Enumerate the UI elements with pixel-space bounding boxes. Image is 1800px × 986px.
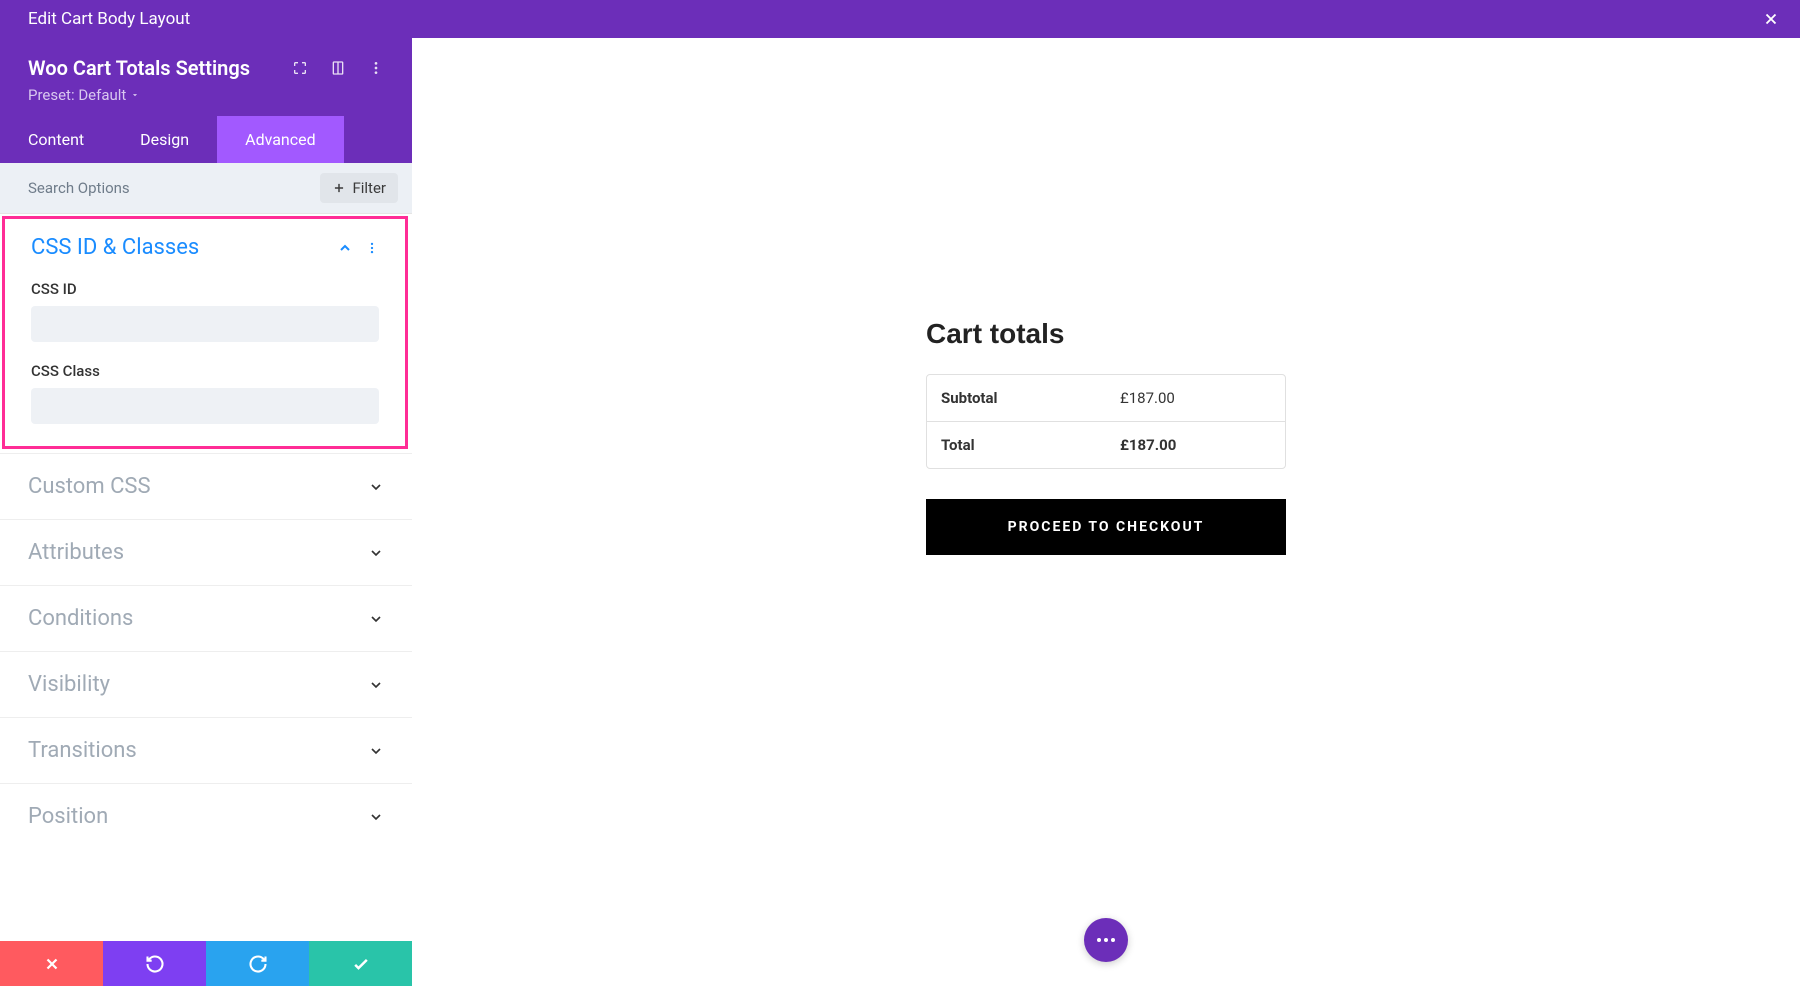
plus-icon [332, 181, 346, 195]
subtotal-value: £187.00 [1106, 375, 1285, 421]
chevron-down-icon [368, 545, 384, 561]
tab-advanced[interactable]: Advanced [217, 116, 344, 163]
cart-table: Subtotal £187.00 Total £187.00 [926, 374, 1286, 469]
top-bar: Edit Cart Body Layout [0, 0, 1800, 38]
cart-title: Cart totals [926, 318, 1286, 350]
preview-pane: Cart totals Subtotal £187.00 Total £187.… [412, 38, 1800, 986]
css-id-input[interactable] [31, 306, 379, 342]
save-button[interactable] [309, 941, 412, 986]
check-icon [351, 954, 371, 974]
close-button[interactable] [1762, 10, 1780, 28]
discard-button[interactable] [0, 941, 103, 986]
section-label: Visibility [28, 672, 110, 697]
cart-total-row: Total £187.00 [927, 422, 1285, 468]
settings-sidebar: Woo Cart Totals Settings Preset: Default… [0, 38, 412, 986]
expand-button[interactable] [292, 60, 308, 76]
section-position[interactable]: Position [0, 783, 412, 849]
close-icon [43, 955, 61, 973]
preset-label: Preset: Default [28, 86, 126, 104]
search-row: Search Options Filter [0, 163, 412, 214]
chevron-up-icon [337, 240, 353, 256]
settings-title: Woo Cart Totals Settings [28, 56, 250, 80]
preset-selector[interactable]: Preset: Default [28, 86, 384, 104]
section-label: Position [28, 804, 108, 829]
more-vertical-icon [365, 241, 379, 255]
section-more-button[interactable] [365, 241, 379, 255]
section-label: Custom CSS [28, 474, 151, 499]
filter-button[interactable]: Filter [320, 173, 398, 203]
redo-icon [248, 954, 268, 974]
section-title[interactable]: CSS ID & Classes [31, 235, 199, 260]
tabs: Content Design Advanced [0, 116, 412, 163]
top-bar-title: Edit Cart Body Layout [28, 9, 190, 29]
floating-action-button[interactable] [1084, 918, 1128, 962]
css-class-input[interactable] [31, 388, 379, 424]
chevron-down-icon [368, 809, 384, 825]
tablet-icon [330, 60, 346, 76]
total-value: £187.00 [1106, 422, 1285, 468]
settings-header: Woo Cart Totals Settings Preset: Default [0, 38, 412, 116]
more-button[interactable] [368, 60, 384, 76]
options-scroll[interactable]: CSS ID & Classes CSS ID CSS Class Custom… [0, 214, 412, 986]
cart-totals-widget: Cart totals Subtotal £187.00 Total £187.… [926, 318, 1286, 555]
filter-label: Filter [352, 179, 386, 197]
chevron-down-icon [368, 611, 384, 627]
search-input[interactable]: Search Options [28, 179, 320, 197]
responsive-button[interactable] [330, 60, 346, 76]
section-transitions[interactable]: Transitions [0, 717, 412, 783]
css-class-label: CSS Class [31, 362, 379, 380]
close-icon [1762, 10, 1780, 28]
section-label: Conditions [28, 606, 133, 631]
total-label: Total [927, 422, 1106, 468]
chevron-down-icon [368, 743, 384, 759]
css-id-classes-section: CSS ID & Classes CSS ID CSS Class [2, 216, 408, 449]
tab-content[interactable]: Content [0, 116, 112, 163]
caret-down-icon [130, 90, 140, 100]
undo-icon [145, 954, 165, 974]
checkout-button[interactable]: PROCEED TO CHECKOUT [926, 499, 1286, 555]
more-horizontal-icon [1097, 938, 1115, 942]
section-attributes[interactable]: Attributes [0, 519, 412, 585]
section-label: Transitions [28, 738, 137, 763]
chevron-down-icon [368, 479, 384, 495]
tab-design[interactable]: Design [112, 116, 217, 163]
css-id-label: CSS ID [31, 280, 379, 298]
section-label: Attributes [28, 540, 124, 565]
fullscreen-icon [292, 60, 308, 76]
collapse-button[interactable] [337, 240, 353, 256]
redo-button[interactable] [206, 941, 309, 986]
subtotal-label: Subtotal [927, 375, 1106, 421]
section-custom-css[interactable]: Custom CSS [0, 453, 412, 519]
footer-actions [0, 941, 412, 986]
chevron-down-icon [368, 677, 384, 693]
undo-button[interactable] [103, 941, 206, 986]
section-conditions[interactable]: Conditions [0, 585, 412, 651]
section-visibility[interactable]: Visibility [0, 651, 412, 717]
more-vertical-icon [368, 60, 384, 76]
cart-subtotal-row: Subtotal £187.00 [927, 375, 1285, 422]
